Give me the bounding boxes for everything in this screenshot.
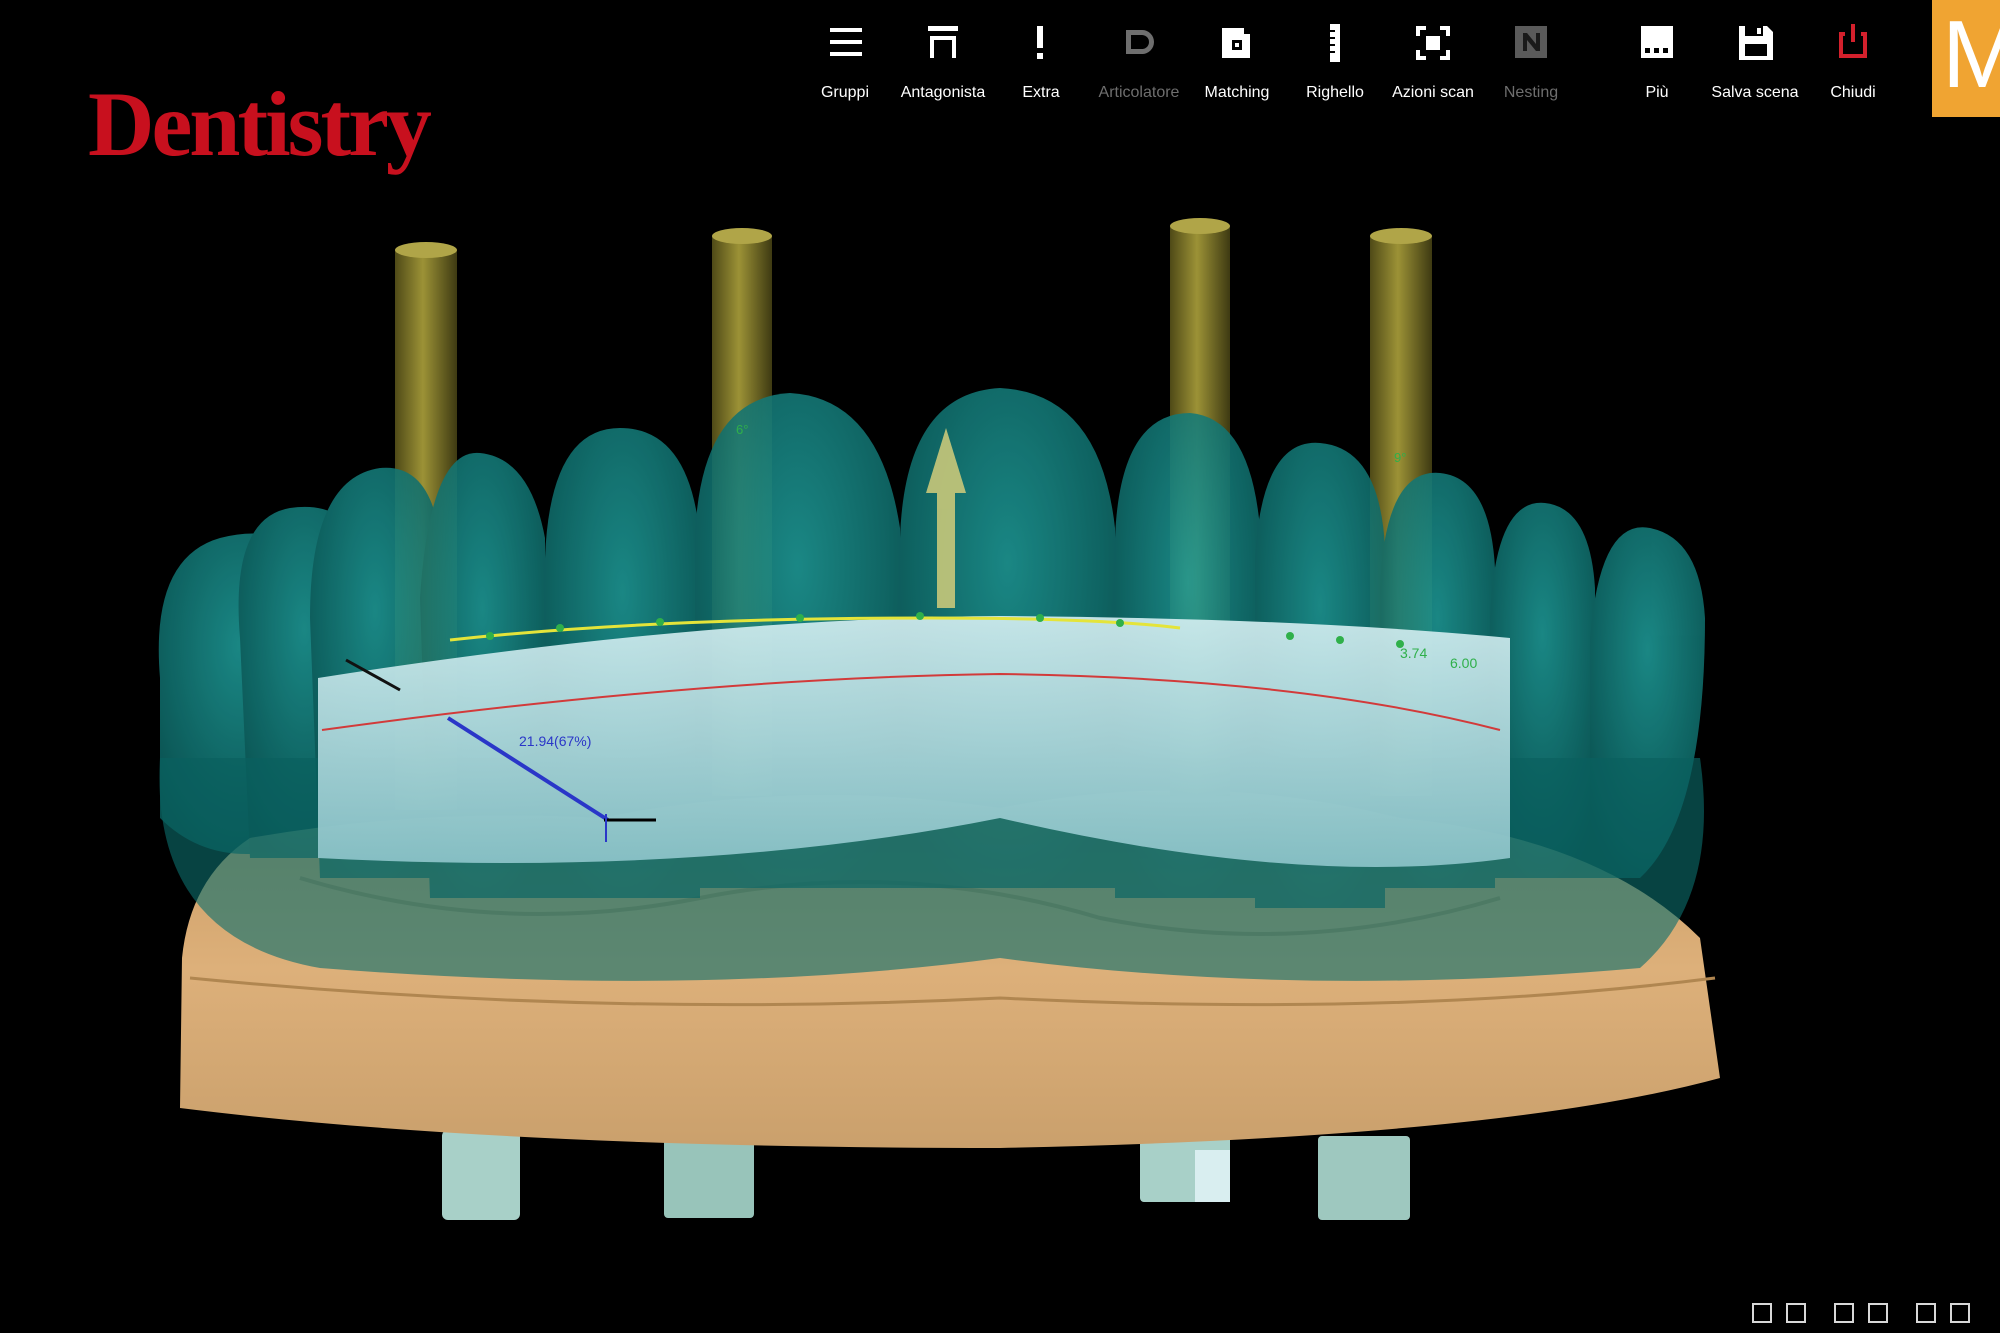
app-brand-tile: M	[1932, 0, 2000, 117]
scan-actions-button[interactable]: Azioni scan	[1378, 20, 1488, 102]
articulator-icon	[1126, 30, 1154, 54]
groups-label: Gruppi	[820, 84, 870, 101]
antagonist-label: Antagonista	[900, 84, 986, 101]
antagonist-button[interactable]: Antagonista	[888, 20, 998, 102]
scan-actions-icon	[1416, 26, 1450, 60]
save-scene-label: Salva scena	[1711, 84, 1799, 101]
brand-tile-letter: M	[1942, 1, 2000, 108]
nesting-button[interactable]: Nesting	[1476, 20, 1586, 102]
articulator-label: Articolatore	[1098, 84, 1180, 101]
nesting-icon	[1515, 26, 1547, 58]
exclamation-icon	[1037, 26, 1043, 59]
nesting-label: Nesting	[1503, 84, 1559, 101]
scan-actions-label: Azioni scan	[1392, 84, 1474, 101]
measurement-label: 21.94(67%)	[519, 733, 591, 749]
more-button[interactable]: Più	[1602, 20, 1712, 102]
view-square-button[interactable]	[1868, 1303, 1888, 1323]
close-button[interactable]: Chiudi	[1798, 20, 1908, 102]
ruler-button[interactable]: Righello	[1280, 20, 1390, 102]
gingival-shield	[318, 616, 1510, 867]
save-icon	[1739, 26, 1773, 60]
view-layout-controls	[1752, 1303, 1982, 1327]
matching-button[interactable]: Matching	[1182, 20, 1292, 102]
matching-label: Matching	[1204, 84, 1270, 101]
more-label: Più	[1645, 84, 1669, 101]
view-square-button[interactable]	[1950, 1303, 1970, 1323]
dimension-label-1: 3.74	[1400, 645, 1427, 661]
more-icon	[1641, 26, 1673, 58]
save-scene-button[interactable]: Salva scena	[1700, 20, 1810, 102]
ruler-icon	[1330, 24, 1340, 62]
extra-button[interactable]: Extra	[986, 20, 1096, 102]
antagonist-icon	[928, 26, 958, 58]
view-square-button[interactable]	[1916, 1303, 1936, 1323]
view-square-button[interactable]	[1834, 1303, 1854, 1323]
close-power-icon	[1839, 24, 1867, 58]
extra-label: Extra	[1022, 84, 1060, 101]
angle-label-left: 6°	[736, 422, 748, 437]
ruler-label: Righello	[1306, 84, 1364, 101]
3d-viewport[interactable]: 21.94(67%) 3.74 6.00 6° 9°	[0, 118, 2000, 1333]
articulator-button[interactable]: Articolatore	[1084, 20, 1194, 102]
dimension-label-2: 6.00	[1450, 655, 1477, 671]
groups-button[interactable]: Gruppi	[790, 20, 900, 102]
close-label: Chiudi	[1830, 84, 1876, 101]
menu-icon	[830, 28, 862, 56]
matching-icon	[1222, 28, 1250, 58]
dental-model-render[interactable]: 21.94(67%) 3.74 6.00 6° 9°	[0, 118, 2000, 1333]
angle-label-right: 9°	[1394, 450, 1406, 465]
view-square-button[interactable]	[1786, 1303, 1806, 1323]
view-square-button[interactable]	[1752, 1303, 1772, 1323]
